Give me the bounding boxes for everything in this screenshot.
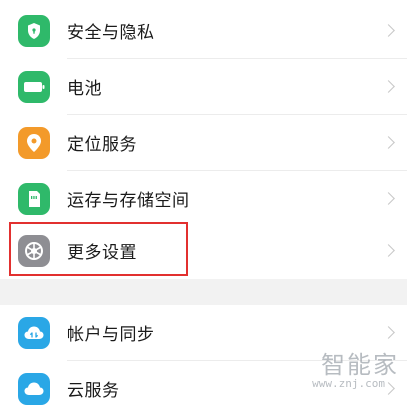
settings-item-security-privacy[interactable]: 安全与隐私 [0,3,407,58]
shield-icon [18,14,50,47]
chevron-right-icon [382,244,395,257]
settings-item-label: 帐户与同步 [67,325,155,345]
watermark-logo: 智能家 [321,351,399,379]
cloud-icon [18,372,50,405]
settings-item-label: 运存与存储空间 [67,191,190,211]
chevron-right-icon [382,136,395,149]
storage-icon [18,182,50,215]
settings-item-battery[interactable]: 电池 [0,59,407,114]
settings-item-label: 更多设置 [67,243,137,263]
battery-icon [18,70,50,103]
location-pin-icon [18,126,50,159]
section-gap [0,279,407,305]
settings-item-label: 云服务 [67,381,120,401]
settings-item-label: 电池 [67,79,102,99]
settings-item-label: 安全与隐私 [67,23,155,43]
chevron-right-icon [382,326,395,339]
chevron-right-icon [382,80,395,93]
watermark-url: www.znj.com [312,377,385,390]
settings-item-more-settings[interactable]: 更多设置 [0,223,407,278]
settings-item-location[interactable]: 定位服务 [0,115,407,170]
gear-icon [18,234,50,267]
cloud-sync-icon [18,316,50,349]
chevron-right-icon [382,192,395,205]
settings-item-storage[interactable]: 运存与存储空间 [0,171,407,226]
chevron-right-icon [382,24,395,37]
settings-item-label: 定位服务 [67,135,137,155]
